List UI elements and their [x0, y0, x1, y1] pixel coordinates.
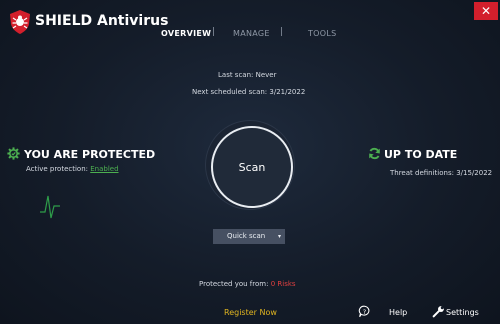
active-protection-row: Active protection: Enabled: [26, 165, 119, 173]
definitions-row: Threat definitions: 3/15/2022: [390, 169, 492, 177]
chevron-down-icon: ▾: [277, 233, 281, 240]
nav-separator: |: [280, 27, 284, 37]
scan-button[interactable]: Scan: [211, 126, 293, 208]
tab-tools[interactable]: TOOLS: [308, 29, 337, 38]
definitions-label: Threat definitions:: [390, 169, 454, 177]
threats-value: 0 Risks: [270, 280, 296, 288]
app-title: SHIELD Antivirus: [35, 13, 169, 29]
protection-title: YOU ARE PROTECTED: [24, 148, 156, 161]
help-link[interactable]: Help: [389, 308, 407, 317]
threats-row: Protected you from: 0 Risks: [199, 280, 296, 288]
definitions-value: 3/15/2022: [456, 169, 493, 177]
active-protection-label: Active protection:: [26, 165, 88, 173]
nav-separator: |: [212, 27, 216, 37]
threats-label: Protected you from:: [199, 280, 269, 288]
active-protection-link[interactable]: Enabled: [90, 165, 118, 173]
scan-mode-dropdown[interactable]: Quick scan ▾: [213, 229, 285, 244]
register-link[interactable]: Register Now: [224, 308, 277, 317]
tab-manage[interactable]: MANAGE: [233, 29, 270, 38]
next-scan-text: Next scheduled scan: 3/21/2022: [192, 88, 306, 96]
close-button[interactable]: ✕: [474, 2, 498, 20]
svg-text:?: ?: [363, 308, 366, 316]
refresh-icon: [369, 147, 380, 160]
pulse-graph-icon: [40, 195, 60, 219]
tab-overview[interactable]: OVERVIEW: [161, 29, 211, 38]
gear-check-icon: [7, 147, 20, 160]
settings-link[interactable]: Settings: [446, 308, 479, 317]
wrench-icon[interactable]: [432, 305, 445, 318]
help-icon[interactable]: ?: [358, 305, 371, 318]
uptodate-title: UP TO DATE: [384, 148, 458, 161]
last-scan-text: Last scan: Never: [218, 71, 277, 79]
scan-mode-label: Quick scan: [227, 232, 266, 240]
shield-logo-icon: [10, 10, 30, 34]
